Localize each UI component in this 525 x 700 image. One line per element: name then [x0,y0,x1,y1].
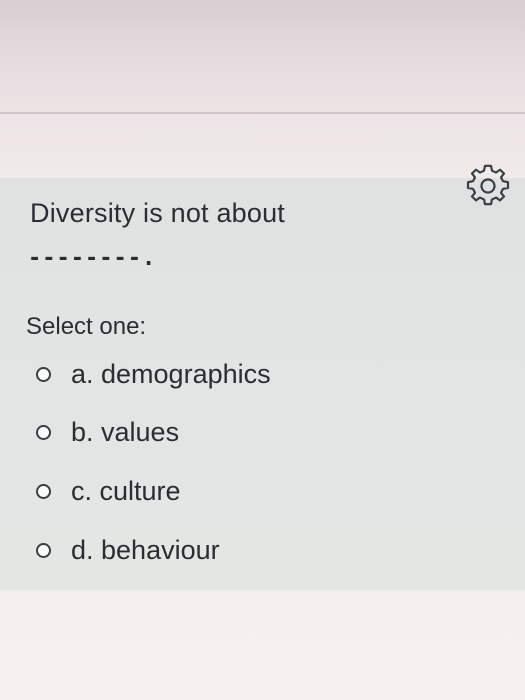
option-label-b: b. values [71,416,180,447]
option-b[interactable]: b. values [36,416,179,448]
select-one-prompt: Select one: [26,313,147,340]
question-text: Diversity is not about [30,198,286,228]
gear-icon[interactable] [466,164,510,208]
radio-button-a[interactable] [36,366,51,382]
option-label-d: d. behaviour [71,534,220,565]
option-label-c: c. culture [71,475,181,506]
option-c[interactable]: c. culture [36,475,181,507]
question-blank: --------. [28,246,157,271]
header-stripe [0,114,525,178]
radio-button-c[interactable] [36,483,51,499]
option-label-a: a. demographics [71,358,271,389]
radio-button-d[interactable] [36,542,51,558]
option-d[interactable]: d. behaviour [36,534,220,566]
top-area [0,0,525,112]
option-a[interactable]: a. demographics [36,358,271,390]
radio-button-b[interactable] [36,424,51,440]
